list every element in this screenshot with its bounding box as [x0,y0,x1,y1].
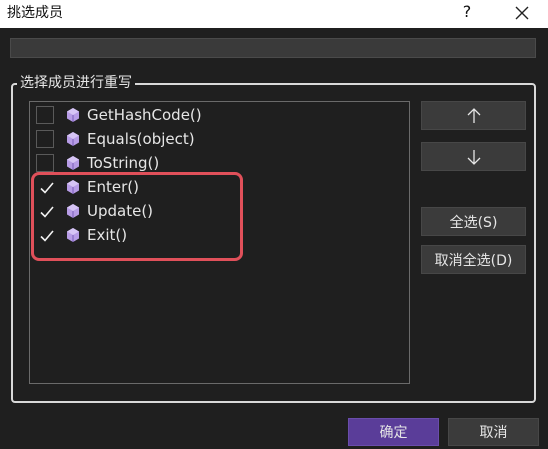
checkbox-equals[interactable] [36,130,54,148]
selection-highlight-annotation [31,172,243,261]
arrow-down-icon [467,149,480,165]
filter-input[interactable] [10,38,536,58]
checkbox-gethashcode[interactable] [36,106,54,124]
close-icon[interactable] [513,4,531,22]
pick-members-dialog: 挑选成员 ? 选择成员进行重写 GetHashCode() Equals(obj… [0,0,548,449]
method-cube-icon [67,156,79,170]
help-button[interactable]: ? [458,2,476,22]
deselect-all-button[interactable]: 取消全选(D) [421,245,526,274]
checkbox-tostring[interactable] [36,154,54,172]
method-cube-icon [67,108,79,122]
method-cube-icon [67,132,79,146]
move-up-button[interactable] [421,101,526,130]
ok-button[interactable]: 确定 [348,418,439,446]
cancel-button[interactable]: 取消 [448,418,539,446]
select-all-button[interactable]: 全选(S) [421,207,526,236]
list-item-tostring[interactable]: ToString() [36,152,336,174]
title-bar: 挑选成员 ? [0,0,548,28]
member-label: ToString() [87,154,160,172]
move-down-button[interactable] [421,142,526,171]
groupbox-label: 选择成员进行重写 [17,73,135,93]
list-item-equals[interactable]: Equals(object) [36,128,336,150]
dialog-title: 挑选成员 [7,5,63,21]
member-label: Equals(object) [87,130,195,148]
member-label: GetHashCode() [87,106,202,124]
arrow-up-icon [467,107,480,123]
list-item-gethashcode[interactable]: GetHashCode() [36,104,336,126]
